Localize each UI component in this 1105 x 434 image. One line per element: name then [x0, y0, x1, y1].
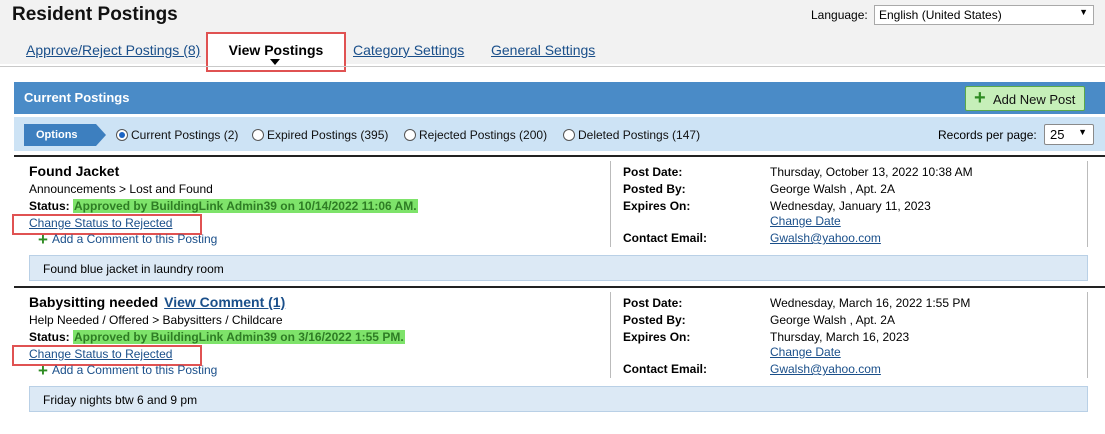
records-per-page-select[interactable]: 25 ▼ — [1044, 124, 1094, 145]
posting-card: Found Jacket Announcements > Lost and Fo… — [12, 155, 1105, 285]
tab-general-settings[interactable]: General Settings — [491, 42, 595, 58]
filter-rejected[interactable]: Rejected Postings (200) — [404, 128, 547, 142]
radio-icon — [252, 129, 264, 141]
posting-category: Help Needed / Offered > Babysitters / Ch… — [29, 313, 283, 327]
post-date-label: Post Date: — [623, 165, 683, 179]
options-bar: Options Current Postings (2) Expired Pos… — [14, 117, 1105, 151]
panel-title: Current Postings — [24, 90, 130, 105]
contact-email-label: Contact Email: — [623, 231, 708, 245]
records-per-page-label: Records per page: — [938, 128, 1037, 142]
posting-status: Status: Approved by BuildingLink Admin39… — [29, 199, 418, 213]
posting-title: Babysitting needed View Comment (1) — [29, 294, 285, 310]
posting-body: Found blue jacket in laundry room — [29, 255, 1088, 281]
page-title: Resident Postings — [12, 4, 178, 25]
filter-deleted[interactable]: Deleted Postings (147) — [563, 128, 700, 142]
post-date-value: Thursday, October 13, 2022 10:38 AM — [770, 165, 973, 179]
language-select[interactable]: English (United States) ▼ — [874, 5, 1094, 25]
filter-label: Expired Postings (395) — [267, 128, 389, 142]
expires-on-label: Expires On: — [623, 330, 691, 344]
filter-label: Deleted Postings (147) — [578, 128, 701, 142]
tab-approve-reject[interactable]: Approve/Reject Postings (8) — [26, 42, 200, 58]
column-divider — [1087, 161, 1088, 247]
post-date-value: Wednesday, March 16, 2022 1:55 PM — [770, 296, 971, 310]
posting-status: Status: Approved by BuildingLink Admin39… — [29, 330, 405, 344]
contact-email-label: Contact Email: — [623, 362, 708, 376]
posting-title: Found Jacket — [29, 163, 119, 179]
records-per-page-value: 25 — [1050, 127, 1065, 142]
column-divider — [1087, 292, 1088, 378]
chevron-down-icon: ▼ — [1078, 127, 1087, 137]
panel-header: Current Postings + Add New Post — [14, 82, 1105, 114]
change-status-link[interactable]: Change Status to Rejected — [29, 347, 172, 361]
options-tag: Options — [24, 124, 106, 146]
expires-on-label: Expires On: — [623, 199, 691, 213]
change-date-link[interactable]: Change Date — [770, 345, 841, 359]
plus-icon: + — [974, 87, 986, 109]
add-comment-link[interactable]: + Add a Comment to this Posting — [38, 230, 217, 250]
posting-category: Announcements > Lost and Found — [29, 182, 213, 196]
posting-body: Friday nights btw 6 and 9 pm — [29, 386, 1088, 412]
posted-by-label: Posted By: — [623, 313, 686, 327]
filter-expired[interactable]: Expired Postings (395) — [252, 128, 388, 142]
status-value: Approved by BuildingLink Admin39 on 10/1… — [73, 199, 418, 213]
add-new-post-label: Add New Post — [993, 92, 1076, 107]
status-label: Status: — [29, 330, 70, 344]
posted-by-value: George Walsh , Apt. 2A — [770, 313, 895, 327]
plus-icon: + — [38, 361, 48, 380]
expires-on-value: Thursday, March 16, 2023 — [770, 330, 910, 344]
filter-current[interactable]: Current Postings (2) — [116, 128, 238, 142]
chevron-down-icon: ▼ — [1079, 7, 1088, 17]
add-new-post-button[interactable]: + Add New Post — [965, 86, 1085, 111]
column-divider — [610, 161, 611, 247]
language-label: Language: — [811, 8, 868, 22]
posting-card: Babysitting needed View Comment (1) Help … — [12, 286, 1105, 420]
add-comment-label: Add a Comment to this Posting — [51, 232, 218, 246]
tab-view-postings-label: View Postings — [228, 42, 324, 58]
expires-on-value: Wednesday, January 11, 2023 — [770, 199, 931, 213]
plus-icon: + — [38, 230, 48, 249]
posting-title-text: Found Jacket — [29, 163, 120, 179]
status-label: Status: — [29, 199, 70, 213]
status-value: Approved by BuildingLink Admin39 on 3/16… — [73, 330, 405, 344]
filter-label: Rejected Postings (200) — [419, 128, 548, 142]
contact-email-link[interactable]: Gwalsh@yahoo.com — [770, 362, 881, 376]
posting-title-text: Babysitting needed — [29, 294, 159, 310]
contact-email-link[interactable]: Gwalsh@yahoo.com — [770, 231, 881, 245]
add-comment-label: Add a Comment to this Posting — [51, 363, 218, 377]
filter-label: Current Postings (2) — [131, 128, 239, 142]
posted-by-value: George Walsh , Apt. 2A — [770, 182, 895, 196]
change-date-link[interactable]: Change Date — [770, 214, 841, 228]
tab-divider — [0, 66, 1105, 67]
change-status-link[interactable]: Change Status to Rejected — [29, 216, 172, 230]
post-date-label: Post Date: — [623, 296, 683, 310]
radio-selected-icon — [116, 129, 128, 141]
radio-icon — [404, 129, 416, 141]
tab-category-settings[interactable]: Category Settings — [353, 42, 464, 58]
radio-icon — [563, 129, 575, 141]
column-divider — [610, 292, 611, 378]
caret-down-icon — [270, 59, 280, 65]
language-value: English (United States) — [879, 8, 1002, 22]
view-comment-link[interactable]: View Comment (1) — [164, 294, 285, 310]
posted-by-label: Posted By: — [623, 182, 686, 196]
top-bar: Resident Postings Language: English (Uni… — [0, 0, 1105, 72]
add-comment-link[interactable]: + Add a Comment to this Posting — [38, 361, 217, 381]
